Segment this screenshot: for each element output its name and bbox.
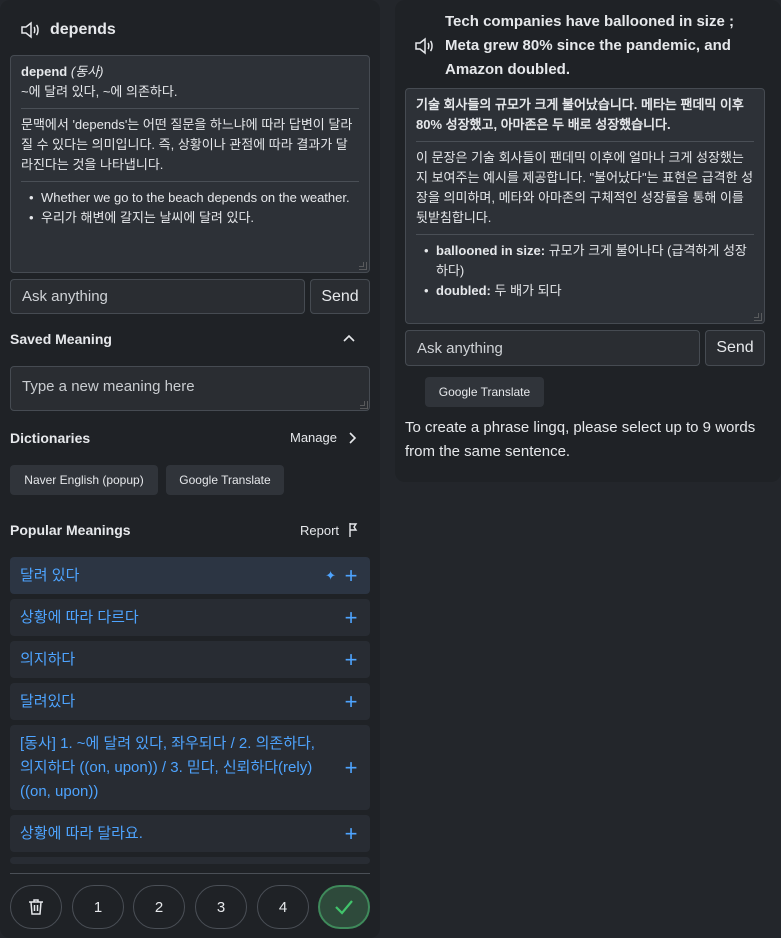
short-meaning: ~에 달려 있다, ~에 의존하다. bbox=[21, 84, 178, 99]
chevron-right-icon bbox=[349, 431, 357, 444]
popular-meaning-item[interactable]: [동사] 1. ~에 달려 있다, 좌우되다 / 2. 의존하다, 의지하다 (… bbox=[10, 725, 370, 810]
phrase-translation: 기술 회사들의 규모가 크게 불어났습니다. 메타는 팬데믹 이후 80% 성장… bbox=[416, 97, 744, 132]
ai-explanation-box: depend (동사) ~에 달려 있다, ~에 의존하다. 문맥에서 'dep… bbox=[10, 55, 370, 273]
speaker-icon[interactable] bbox=[18, 18, 42, 42]
popular-meanings-title: Popular Meanings bbox=[10, 522, 131, 538]
popular-meaning-item-partial bbox=[10, 857, 370, 864]
selected-phrase: Tech companies have ballooned in size ; … bbox=[445, 13, 734, 78]
divider bbox=[10, 873, 370, 874]
report-button[interactable]: Report bbox=[300, 522, 359, 538]
vocab-term: ballooned in size: bbox=[436, 243, 546, 258]
send-button[interactable]: Send bbox=[310, 279, 370, 314]
vocab-term: doubled: bbox=[436, 283, 491, 298]
ai-explanation-box: 기술 회사들의 규모가 크게 불어났습니다. 메타는 팬데믹 이후 80% 성장… bbox=[405, 88, 765, 324]
headword: depend bbox=[21, 64, 68, 79]
part-of-speech: (동사) bbox=[70, 64, 104, 79]
manage-label: Manage bbox=[290, 430, 337, 445]
divider bbox=[416, 234, 754, 235]
popular-meaning-item[interactable]: 달려있다 + bbox=[10, 683, 370, 720]
resize-handle-icon[interactable] bbox=[359, 262, 367, 270]
example-list: Whether we go to the beach depends on th… bbox=[21, 188, 359, 228]
popular-meaning-item[interactable]: 달려 있다 ✦ + bbox=[10, 557, 370, 594]
divider bbox=[21, 181, 359, 182]
new-meaning-textarea[interactable]: Type a new meaning here bbox=[10, 366, 370, 411]
resize-handle-icon[interactable] bbox=[360, 401, 368, 409]
resize-handle-icon[interactable] bbox=[754, 313, 762, 321]
ask-input[interactable]: Ask anything bbox=[10, 279, 305, 314]
dictionary-chip-naver[interactable]: Naver English (popup) bbox=[10, 465, 158, 495]
send-button[interactable]: Send bbox=[705, 330, 765, 366]
manage-dictionaries-button[interactable]: Manage bbox=[290, 430, 359, 445]
meaning-text: 상황에 따라 다르다 bbox=[20, 608, 139, 626]
divider bbox=[21, 108, 359, 109]
popular-meaning-item[interactable]: 의지하다 + bbox=[10, 641, 370, 678]
meaning-text: 상황에 따라 달라요. bbox=[20, 824, 143, 842]
word-header: depends bbox=[18, 18, 116, 42]
popular-meaning-item[interactable]: 상황에 따라 다르다 + bbox=[10, 599, 370, 636]
meaning-text: [동사] 1. ~에 달려 있다, 좌우되다 / 2. 의존하다, 의지하다 (… bbox=[20, 734, 315, 800]
dictionaries-title: Dictionaries bbox=[10, 430, 91, 446]
mark-known-button[interactable] bbox=[318, 885, 370, 929]
add-meaning-icon[interactable]: + bbox=[342, 822, 360, 844]
sparkle-icon: ✦ bbox=[325, 567, 336, 583]
status-3-button[interactable]: 3 bbox=[195, 885, 247, 929]
delete-button[interactable] bbox=[10, 885, 62, 929]
google-translate-chip[interactable]: Google Translate bbox=[425, 377, 544, 407]
meaning-text: 달려있다 bbox=[20, 692, 76, 710]
status-1-button[interactable]: 1 bbox=[72, 885, 124, 929]
meaning-text: 의지하다 bbox=[20, 650, 76, 668]
speaker-icon[interactable] bbox=[412, 34, 436, 58]
selected-word: depends bbox=[50, 21, 116, 38]
phrase-lingq-info: To create a phrase lingq, please select … bbox=[405, 419, 756, 460]
ask-input[interactable]: Ask anything bbox=[405, 330, 700, 366]
trash-icon bbox=[29, 899, 43, 915]
divider bbox=[416, 141, 754, 142]
vocab-definition: 두 배가 되다 bbox=[494, 283, 562, 298]
collapse-toggle[interactable] bbox=[340, 330, 358, 348]
meaning-text: 달려 있다 bbox=[20, 566, 80, 584]
add-meaning-icon[interactable]: + bbox=[342, 606, 360, 628]
headword-line: depend (동사) bbox=[21, 62, 359, 82]
chevron-up-icon[interactable] bbox=[340, 330, 358, 348]
popular-meaning-item[interactable]: 상황에 따라 달라요. + bbox=[10, 815, 370, 852]
phrase-explanation: 이 문장은 기술 회사들이 팬데믹 이후에 얼마나 크게 성장했는지 보여주는 … bbox=[416, 150, 754, 225]
context-explanation: 문맥에서 'depends'는 어떤 질문을 하느냐에 따라 답변이 달라질 수… bbox=[21, 117, 353, 172]
checkmark-icon bbox=[335, 900, 353, 915]
add-meaning-icon[interactable]: + bbox=[342, 756, 360, 778]
saved-meaning-title: Saved Meaning bbox=[10, 331, 112, 347]
report-label: Report bbox=[300, 522, 340, 538]
add-meaning-icon[interactable]: + bbox=[342, 690, 360, 712]
status-4-button[interactable]: 4 bbox=[257, 885, 309, 929]
example-item: 우리가 해변에 갈지는 날씨에 달려 있다. bbox=[29, 208, 359, 228]
vocab-item: doubled: 두 배가 되다 bbox=[424, 281, 754, 301]
add-meaning-icon[interactable]: + bbox=[342, 564, 360, 586]
dictionary-chip-google-translate[interactable]: Google Translate bbox=[166, 465, 284, 495]
vocab-item: ballooned in size: 규모가 크게 불어나다 (급격하게 성장하… bbox=[424, 241, 754, 281]
example-item: Whether we go to the beach depends on th… bbox=[29, 188, 359, 208]
status-2-button[interactable]: 2 bbox=[133, 885, 185, 929]
vocab-list: ballooned in size: 규모가 크게 불어나다 (급격하게 성장하… bbox=[416, 241, 754, 301]
add-meaning-icon[interactable]: + bbox=[342, 648, 360, 670]
flag-icon bbox=[349, 523, 358, 537]
